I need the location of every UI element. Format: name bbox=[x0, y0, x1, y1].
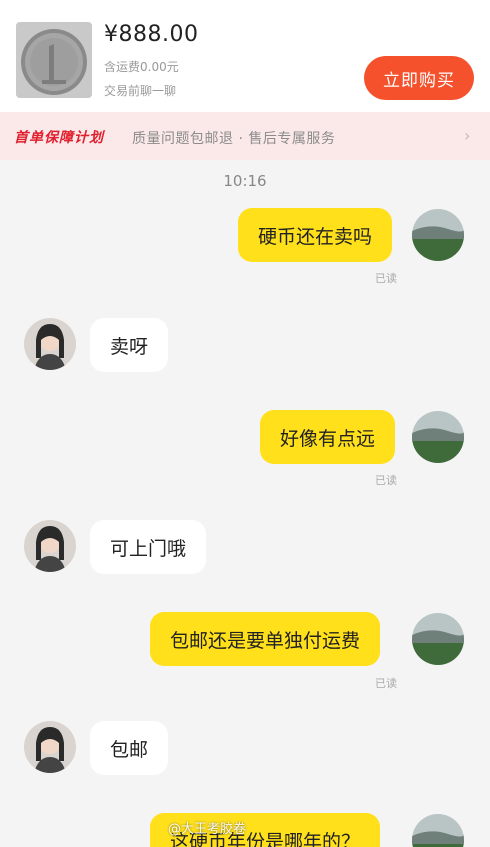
message-bubble-sent[interactable]: 硬币还在卖吗 bbox=[238, 208, 393, 262]
message-bubble-sent[interactable]: 包邮还是要单独付运费 bbox=[150, 612, 381, 666]
message-bubble-received[interactable]: 包邮 bbox=[90, 721, 169, 775]
person-avatar-icon bbox=[24, 318, 76, 370]
message-text: 硬币还在卖吗 bbox=[258, 225, 373, 248]
product-price: ¥888.00 bbox=[104, 22, 199, 47]
seller-avatar[interactable] bbox=[24, 318, 76, 370]
seller-avatar[interactable] bbox=[24, 520, 76, 572]
read-receipt: 已读 bbox=[375, 677, 397, 690]
pre-trade-note: 交易前聊一聊 bbox=[104, 84, 177, 98]
read-receipt: 已读 bbox=[375, 272, 397, 285]
seller-avatar[interactable] bbox=[24, 721, 76, 773]
my-avatar[interactable] bbox=[412, 411, 464, 463]
my-avatar[interactable] bbox=[412, 209, 464, 261]
my-avatar[interactable] bbox=[412, 613, 464, 665]
message-text: 可上门哦 bbox=[110, 537, 187, 560]
read-receipt: 已读 bbox=[375, 474, 397, 487]
coin-image bbox=[16, 22, 92, 98]
message-bubble-received[interactable]: 可上门哦 bbox=[90, 520, 207, 574]
landscape-avatar-icon bbox=[412, 209, 464, 261]
banner-text: 质量问题包邮退 · 售后专属服务 bbox=[132, 131, 336, 147]
chat-timestamp: 10:16 bbox=[223, 172, 267, 190]
landscape-avatar-icon bbox=[412, 613, 464, 665]
watermark: @大王考胶卷 bbox=[168, 822, 247, 837]
message-text: 好像有点远 bbox=[280, 427, 376, 450]
message-text: 卖呀 bbox=[110, 335, 149, 358]
landscape-avatar-icon bbox=[412, 814, 464, 847]
message-bubble-received[interactable]: 卖呀 bbox=[90, 318, 169, 372]
landscape-avatar-icon bbox=[412, 411, 464, 463]
my-avatar[interactable] bbox=[412, 814, 464, 847]
message-text: 包邮还是要单独付运费 bbox=[170, 629, 361, 652]
person-avatar-icon bbox=[24, 721, 76, 773]
buy-now-button[interactable]: 立即购买 bbox=[364, 56, 474, 100]
person-avatar-icon bbox=[24, 520, 76, 572]
protection-banner[interactable]: 首单保障计划 质量问题包邮退 · 售后专属服务 › bbox=[0, 112, 490, 160]
banner-title: 首单保障计划 bbox=[14, 130, 104, 146]
message-text: 包邮 bbox=[110, 738, 149, 761]
message-bubble-sent[interactable]: 好像有点远 bbox=[260, 410, 396, 464]
shipping-note: 含运费0.00元 bbox=[104, 60, 179, 74]
chevron-right-icon: › bbox=[464, 126, 471, 145]
product-header: ¥888.00 含运费0.00元 交易前聊一聊 立即购买 bbox=[0, 0, 490, 112]
product-thumbnail[interactable] bbox=[16, 22, 92, 98]
